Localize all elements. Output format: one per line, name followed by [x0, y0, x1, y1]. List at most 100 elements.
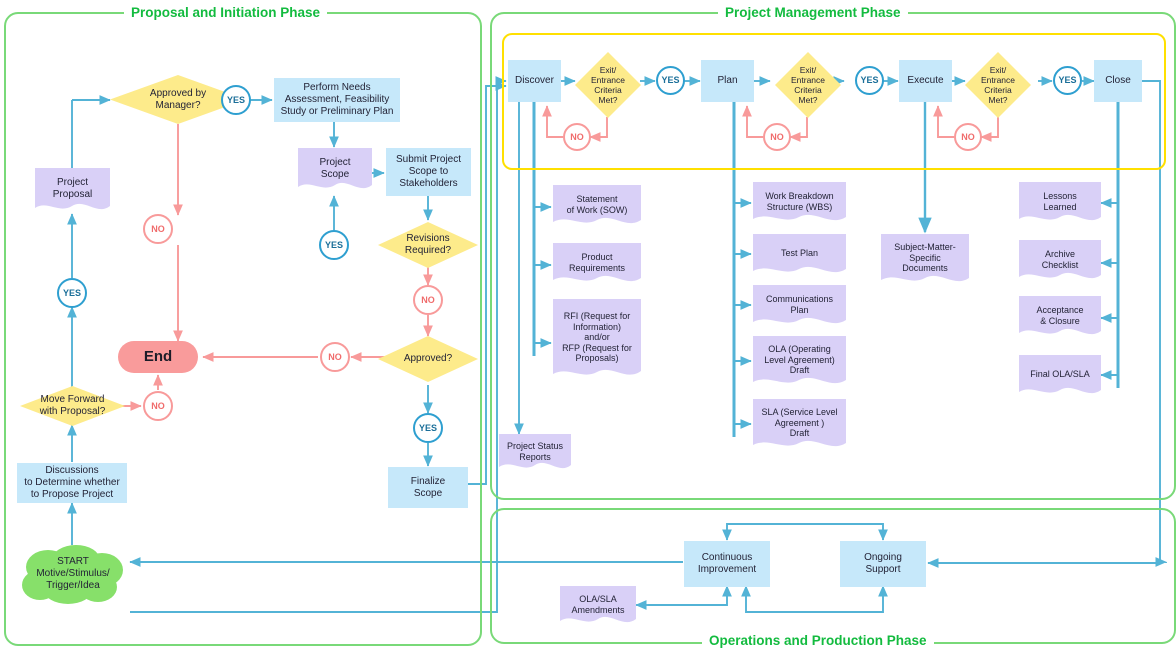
no-badge-move-forward[interactable]: NO: [143, 391, 173, 421]
submit-scope-box[interactable]: Submit Project Scope to Stakeholders: [386, 148, 471, 196]
project-proposal-line-1: Project: [56, 177, 89, 189]
start-node-text: START Motive/Stimulus/ Trigger/Idea: [36, 556, 109, 591]
document-text: Product Requirements: [553, 252, 641, 273]
document-rfi-rfp[interactable]: RFI (Request for Information) and/or RFP…: [553, 299, 641, 383]
project-proposal-document[interactable]: Project Proposal: [35, 168, 110, 215]
continuous-improvement-box[interactable]: Continuous Improvement: [684, 541, 770, 587]
doc-line-2: & Closure: [1040, 315, 1080, 326]
project-scope-document[interactable]: Project Scope: [298, 148, 372, 194]
continuous-improvement-text: Continuous Improvement: [698, 552, 756, 576]
no-badge-revisions[interactable]: NO: [413, 285, 443, 315]
document-acceptance-closure[interactable]: Acceptance & Closure: [1019, 296, 1101, 340]
document-text: OLA (Operating Level Agreement) Draft: [753, 344, 846, 376]
document-text: Communications Plan: [753, 294, 846, 315]
yes-badge-gate-execute[interactable]: YES: [1053, 66, 1082, 95]
gate-line-1: Exit/: [799, 64, 817, 75]
document-statement-of-work[interactable]: Statement of Work (SOW): [553, 185, 641, 229]
revisions-required-text: Revisions Required?: [378, 233, 478, 257]
perform-needs-assessment-box[interactable]: Perform Needs Assessment, Feasibility St…: [274, 78, 400, 122]
project-scope-line-1: Project: [319, 156, 351, 168]
document-lessons-learned[interactable]: Lessons Learned: [1019, 182, 1101, 226]
doc-line-3: Draft: [789, 365, 810, 376]
no-badge-approved[interactable]: NO: [320, 342, 350, 372]
revisions-required-decision[interactable]: Revisions Required?: [378, 222, 478, 268]
yes-badge-gate-discover[interactable]: YES: [656, 66, 685, 95]
document-subject-matter-specific[interactable]: Subject-Matter- Specific Documents: [881, 234, 969, 288]
doc-line-2: Specific: [909, 252, 941, 263]
approved-text: Approved?: [403, 353, 453, 365]
gate-decision-discover[interactable]: Exit/ Entrance Criteria Met?: [575, 52, 641, 118]
document-communications-plan[interactable]: Communications Plan: [753, 285, 846, 329]
doc-line-1: RFI (Request for: [563, 310, 631, 321]
yes-badge-revisions[interactable]: YES: [319, 230, 349, 260]
no-badge-gate-plan[interactable]: NO: [763, 123, 791, 151]
os-line-2: Support: [865, 564, 901, 575]
stage-box-plan[interactable]: Plan: [701, 60, 754, 102]
start-line-3: Trigger/Idea: [46, 579, 100, 591]
doc-line-1: OLA (Operating: [768, 344, 831, 355]
start-node[interactable]: START Motive/Stimulus/ Trigger/Idea: [20, 543, 126, 605]
doc-line-1: Final OLA/SLA: [1030, 369, 1090, 380]
no-badge-gate-execute[interactable]: NO: [954, 123, 982, 151]
finalize-scope-line-2: Scope: [413, 487, 443, 499]
gate-text-plan: Exit/ Entrance Criteria Met?: [775, 65, 841, 105]
submit-scope-line-3: Stakeholders: [399, 177, 458, 189]
stage-box-close[interactable]: Close: [1094, 60, 1142, 102]
finalize-scope-box[interactable]: Finalize Scope: [388, 467, 468, 508]
gate-decision-plan[interactable]: Exit/ Entrance Criteria Met?: [775, 52, 841, 118]
document-sla-draft[interactable]: SLA (Service Level Agreement ) Draft: [753, 399, 846, 453]
approved-decision[interactable]: Approved?: [378, 336, 478, 382]
yes-badge-approved[interactable]: YES: [413, 413, 443, 443]
end-node[interactable]: End: [118, 341, 198, 373]
document-text: Test Plan: [753, 248, 846, 259]
document-text: Acceptance & Closure: [1019, 305, 1101, 326]
yes-badge-gate-plan[interactable]: YES: [855, 66, 884, 95]
document-ola-draft[interactable]: OLA (Operating Level Agreement) Draft: [753, 336, 846, 390]
doc-line-1: Project Status: [506, 440, 564, 451]
gate-line-3: Criteria: [794, 85, 822, 95]
document-work-breakdown-structure[interactable]: Work Breakdown Structure (WBS): [753, 182, 846, 226]
stage-box-execute[interactable]: Execute: [899, 60, 952, 102]
gate-line-2: Entrance: [980, 74, 1016, 85]
gate-line-2: Entrance: [590, 74, 626, 85]
gate-line-4: Met?: [598, 95, 618, 106]
doc-line-3: and/or: [584, 332, 610, 343]
ongoing-support-box[interactable]: Ongoing Support: [840, 541, 926, 587]
gate-text-execute: Exit/ Entrance Criteria Met?: [965, 65, 1031, 105]
project-proposal-text: Project Proposal: [35, 177, 110, 201]
yes-badge-move-forward[interactable]: YES: [57, 278, 87, 308]
move-forward-decision[interactable]: Move Forward with Proposal?: [20, 386, 125, 426]
document-project-status-reports[interactable]: Project Status Reports: [499, 434, 571, 474]
no-badge-gate-discover[interactable]: NO: [563, 123, 591, 151]
yes-badge-approved-by-manager[interactable]: YES: [221, 85, 251, 115]
document-ola-sla-amendments[interactable]: OLA/SLA Amendments: [560, 586, 636, 628]
doc-line-2: of Work (SOW): [566, 204, 628, 215]
doc-line-1: Work Breakdown: [765, 190, 834, 201]
document-test-plan[interactable]: Test Plan: [753, 234, 846, 278]
document-archive-checklist[interactable]: Archive Checklist: [1019, 240, 1101, 284]
gate-line-2: Entrance: [790, 74, 826, 85]
gate-decision-execute[interactable]: Exit/ Entrance Criteria Met?: [965, 52, 1031, 118]
no-badge-approved-by-manager[interactable]: NO: [143, 214, 173, 244]
gate-line-3: Criteria: [594, 85, 622, 95]
project-scope-line-2: Scope: [320, 168, 350, 180]
document-final-ola-sla[interactable]: Final OLA/SLA: [1019, 355, 1101, 399]
doc-line-1: Acceptance: [1036, 304, 1084, 315]
doc-line-2: Level Agreement): [764, 354, 835, 365]
document-text: OLA/SLA Amendments: [560, 594, 636, 615]
project-scope-text: Project Scope: [298, 157, 372, 181]
doc-line-2: Amendments: [571, 604, 625, 615]
perform-needs-text: Perform Needs Assessment, Feasibility St…: [281, 82, 394, 117]
doc-line-1: Statement: [576, 193, 618, 204]
gate-text-discover: Exit/ Entrance Criteria Met?: [575, 65, 641, 105]
doc-line-2: Requirements: [568, 262, 626, 273]
finalize-scope-line-1: Finalize: [410, 475, 446, 487]
stage-box-discover[interactable]: Discover: [508, 60, 561, 102]
os-line-1: Ongoing: [864, 552, 902, 564]
document-text: Final OLA/SLA: [1019, 369, 1101, 380]
document-product-requirements[interactable]: Product Requirements: [553, 243, 641, 287]
discussions-box[interactable]: Discussions to Determine whether to Prop…: [17, 463, 127, 503]
submit-scope-text: Submit Project Scope to Stakeholders: [396, 154, 461, 189]
phase-title-operations: Operations and Production Phase: [702, 633, 934, 648]
doc-line-1: Test Plan: [780, 248, 819, 259]
